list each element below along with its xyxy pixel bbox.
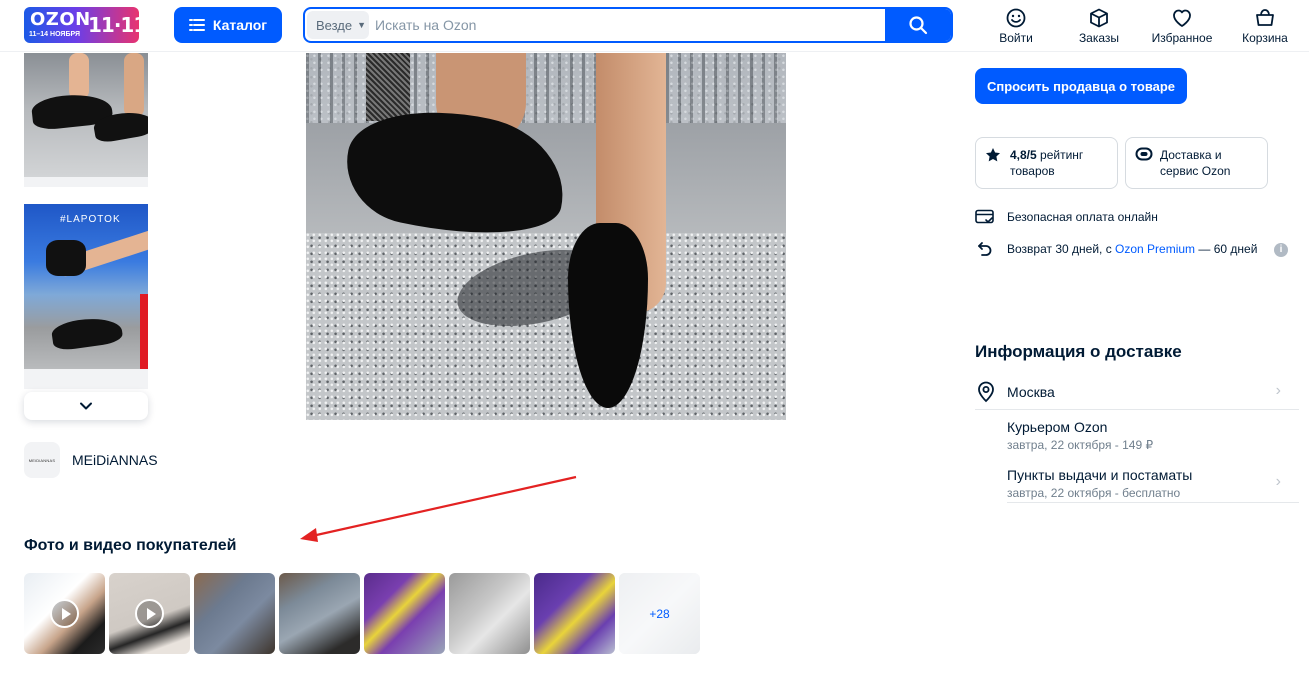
delivery-option-courier: Курьером Ozon завтра, 22 октября - 149 ₽ bbox=[1007, 419, 1153, 452]
header-orders-label: Заказы bbox=[1078, 31, 1120, 45]
header-orders[interactable]: Заказы bbox=[1078, 8, 1120, 45]
customer-photo-3[interactable] bbox=[194, 573, 275, 654]
search-button[interactable] bbox=[885, 9, 951, 41]
catalog-button[interactable]: Каталог bbox=[174, 7, 282, 43]
brand-logo-text: MEiDiANNAS bbox=[28, 457, 56, 463]
customer-media-strip: +28 bbox=[24, 573, 700, 654]
delivery-option-pickup[interactable]: Пункты выдачи и постаматы завтра, 22 окт… bbox=[1007, 467, 1299, 500]
divider bbox=[1007, 502, 1299, 503]
gallery-spacer bbox=[24, 369, 148, 389]
smile-icon bbox=[1006, 8, 1026, 28]
delivery-option-name: Пункты выдачи и постаматы bbox=[1007, 467, 1193, 483]
rating-value: 4,8/5 bbox=[1010, 148, 1037, 162]
search-icon bbox=[909, 16, 928, 35]
brand-name: MEiDiANNAS bbox=[72, 452, 158, 468]
delivery-city-selector[interactable]: Москва › bbox=[975, 378, 1299, 410]
delivery-city: Москва bbox=[1007, 384, 1055, 400]
search-input[interactable] bbox=[375, 9, 875, 41]
brand-link[interactable]: MEiDiANNAS MEiDiANNAS bbox=[24, 442, 158, 478]
caret-down-icon: ▼ bbox=[357, 20, 367, 30]
ozon-logo[interactable]: OZON 11–14 НОЯБРЯ 11·11 bbox=[24, 7, 139, 43]
safe-payment-text: Безопасная оплата онлайн bbox=[1007, 210, 1158, 224]
return-policy-row: Возврат 30 дней, с Ozon Premium — 60 дне… bbox=[975, 241, 1257, 257]
logo-text: OZON bbox=[30, 9, 91, 30]
basket-icon bbox=[1256, 9, 1274, 26]
catalog-label: Каталог bbox=[212, 17, 268, 33]
photo-detail bbox=[366, 53, 410, 121]
header-cart-label: Корзина bbox=[1242, 31, 1288, 45]
return-suffix: — 60 дней bbox=[1195, 242, 1258, 256]
photo-detail bbox=[69, 53, 89, 99]
search-bar: Везде ▼ bbox=[303, 7, 953, 43]
gallery-thumbnail-2[interactable]: #LAPOTOK bbox=[24, 204, 148, 369]
logo-sale-mark: 11·11 bbox=[88, 13, 139, 37]
customer-photo-4[interactable] bbox=[279, 573, 360, 654]
delivery-option-details: завтра, 22 октября - бесплатно bbox=[1007, 486, 1181, 500]
play-icon bbox=[50, 599, 79, 628]
photo-detail bbox=[50, 314, 124, 352]
logo-dates: 11–14 НОЯБРЯ bbox=[29, 31, 81, 38]
location-pin-icon bbox=[978, 381, 994, 403]
search-scope-select[interactable]: Везде ▼ bbox=[307, 11, 369, 39]
delivery-option-name: Курьером Ozon bbox=[1007, 419, 1108, 435]
top-header: OZON 11–14 НОЯБРЯ 11·11 Каталог Везде ▼ … bbox=[0, 0, 1309, 52]
delivery-info-title: Информация о доставке bbox=[975, 342, 1182, 361]
customer-video-2[interactable] bbox=[109, 573, 190, 654]
return-arrow-icon bbox=[975, 241, 995, 257]
customer-media-more[interactable]: +28 bbox=[619, 573, 700, 654]
box-icon bbox=[1090, 8, 1108, 28]
info-icon[interactable]: i bbox=[1274, 243, 1288, 257]
ozon-premium-link[interactable]: Ozon Premium bbox=[1115, 242, 1195, 256]
gallery-scroll-down-button[interactable] bbox=[24, 392, 148, 420]
heart-icon bbox=[1173, 9, 1191, 27]
photo-detail bbox=[124, 53, 144, 117]
header-favorites-label: Избранное bbox=[1151, 31, 1213, 45]
customer-media-title: Фото и видео покупателей bbox=[24, 537, 237, 554]
delivery-option-details: завтра, 22 октября - 149 ₽ bbox=[1007, 438, 1154, 452]
brand-logo: MEiDiANNAS bbox=[24, 442, 60, 478]
star-icon bbox=[986, 148, 1000, 162]
return-prefix: Возврат 30 дней, с bbox=[1007, 242, 1116, 256]
photo-detail bbox=[46, 240, 86, 276]
search-scope-label: Везде bbox=[316, 17, 353, 33]
chevron-right-icon: › bbox=[1275, 473, 1281, 490]
customer-photo-5[interactable] bbox=[364, 573, 445, 654]
red-arrow-annotation bbox=[300, 475, 577, 542]
customer-video-1[interactable] bbox=[24, 573, 105, 654]
ozon-service-icon bbox=[1135, 147, 1153, 161]
rating-card[interactable]: 4,8/5 рейтинг товаров bbox=[975, 137, 1118, 189]
ozon-delivery-text: Доставка и сервис Ozon bbox=[1160, 148, 1231, 178]
header-login[interactable]: Войти bbox=[998, 8, 1034, 45]
customer-photo-7[interactable] bbox=[534, 573, 615, 654]
safe-payment-row: Безопасная оплата онлайн bbox=[975, 209, 1158, 225]
photo-detail bbox=[140, 294, 148, 369]
header-login-label: Войти bbox=[999, 31, 1033, 45]
ask-seller-button[interactable]: Спросить продавца о товаре bbox=[975, 68, 1187, 104]
gallery-spacer bbox=[24, 177, 148, 187]
gallery-thumbnail-1[interactable] bbox=[24, 53, 148, 177]
thumbnail-tag: #LAPOTOK bbox=[60, 214, 121, 225]
header-cart[interactable]: Корзина bbox=[1240, 8, 1290, 45]
more-count: +28 bbox=[619, 573, 700, 654]
ozon-delivery-card[interactable]: Доставка и сервис Ozon bbox=[1125, 137, 1268, 189]
card-check-icon bbox=[975, 209, 995, 225]
menu-icon bbox=[188, 19, 205, 31]
chevron-right-icon: › bbox=[1275, 382, 1281, 399]
play-icon bbox=[135, 599, 164, 628]
customer-photo-6[interactable] bbox=[449, 573, 530, 654]
chevron-down-icon bbox=[80, 402, 92, 410]
product-main-image[interactable] bbox=[306, 53, 786, 420]
header-favorites[interactable]: Избранное bbox=[1148, 8, 1216, 45]
